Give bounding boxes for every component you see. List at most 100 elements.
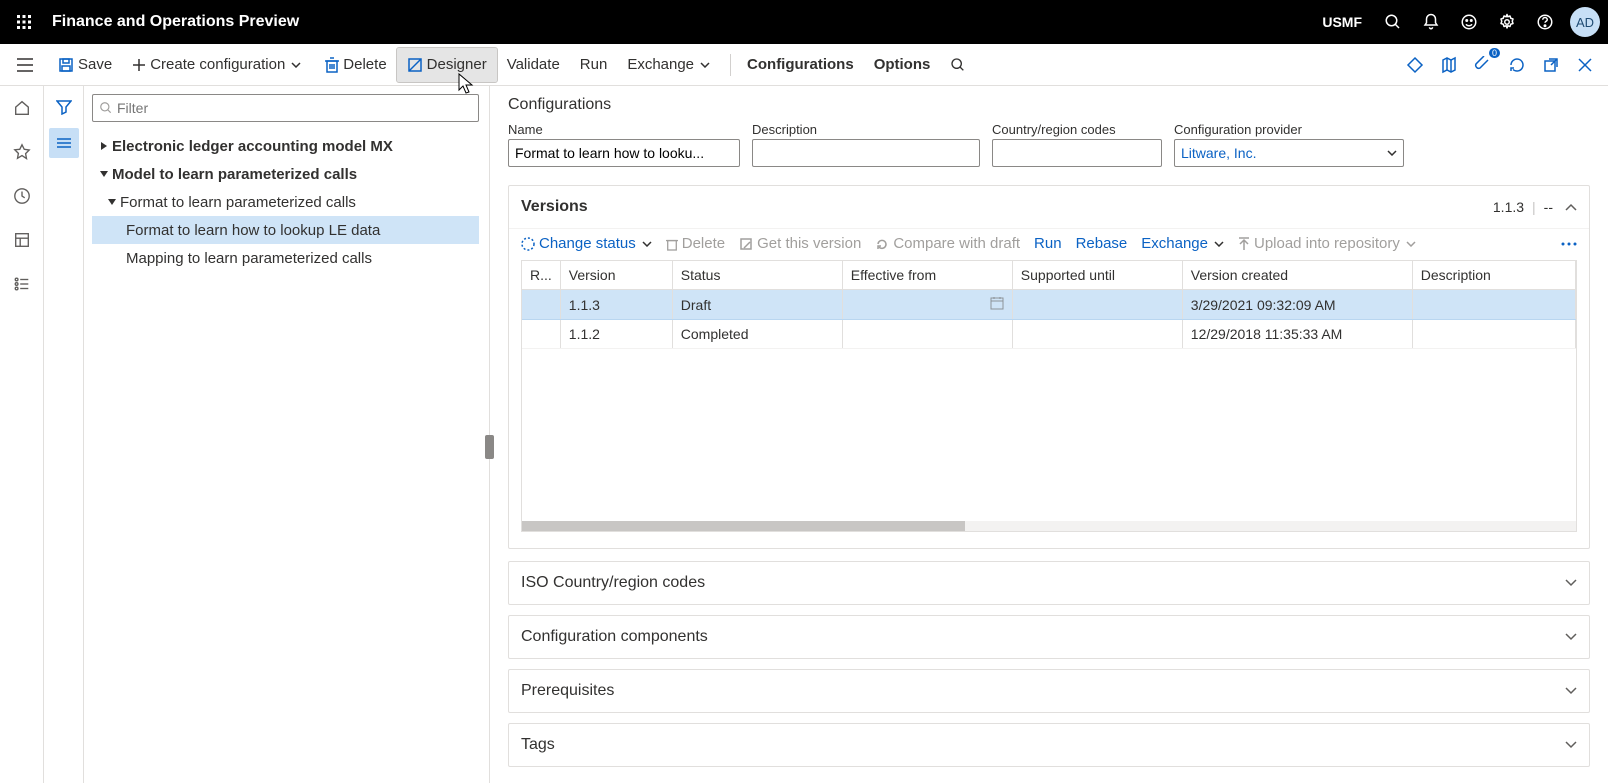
avatar[interactable]: AD	[1570, 7, 1600, 37]
tree-node[interactable]: Mapping to learn parameterized calls	[92, 244, 479, 272]
versions-section: Versions 1.1.3 | -- Change status Delete…	[508, 185, 1590, 549]
nav-rail	[0, 86, 44, 783]
col-created[interactable]: Version created	[1182, 261, 1412, 290]
search-icon[interactable]	[1374, 0, 1412, 44]
options-label: Options	[874, 56, 931, 73]
cell-status: Draft	[672, 290, 842, 320]
save-label: Save	[78, 56, 112, 73]
designer-button[interactable]: Designer	[397, 48, 497, 82]
exchange-button[interactable]: Exchange	[617, 48, 724, 82]
version-exchange-button[interactable]: Exchange	[1141, 235, 1224, 252]
version-run-button[interactable]: Run	[1034, 235, 1062, 252]
country-field[interactable]	[992, 139, 1162, 167]
lines-icon[interactable]	[49, 128, 79, 158]
refresh-icon[interactable]	[1502, 50, 1532, 80]
get-version-button: Get this version	[739, 235, 861, 252]
table-row[interactable]: 1.1.3 Draft 3/29/2021 09:32:09 AM	[522, 290, 1576, 320]
filter-input-wrap[interactable]	[92, 94, 479, 122]
rebase-button[interactable]: Rebase	[1076, 235, 1128, 252]
tree-node[interactable]: Format to learn parameterized calls	[92, 188, 479, 216]
run-button[interactable]: Run	[570, 48, 618, 82]
table-row[interactable]: 1.1.2 Completed 12/29/2018 11:35:33 AM	[522, 320, 1576, 349]
diamond-icon[interactable]	[1400, 50, 1430, 80]
cell-created: 12/29/2018 11:35:33 AM	[1182, 320, 1412, 349]
tags-section[interactable]: Tags	[508, 723, 1590, 767]
options-button[interactable]: Options	[864, 48, 941, 82]
horizontal-scrollbar[interactable]	[522, 521, 1576, 531]
collapse-icon[interactable]	[1565, 198, 1577, 216]
bell-icon[interactable]	[1412, 0, 1450, 44]
delete-button[interactable]: Delete	[315, 48, 396, 82]
change-status-label: Change status	[539, 235, 636, 252]
clock-icon[interactable]	[6, 180, 38, 212]
titlebar: Finance and Operations Preview USMF AD	[0, 0, 1608, 44]
configurations-button[interactable]: Configurations	[737, 48, 864, 82]
chevron-down-icon	[1565, 687, 1577, 695]
provider-field[interactable]: Litware, Inc.	[1174, 139, 1404, 167]
change-status-button[interactable]: Change status	[521, 235, 652, 252]
versions-toolbar: Change status Delete Get this version Co…	[509, 228, 1589, 260]
app-title: Finance and Operations Preview	[52, 13, 299, 31]
version-exchange-label: Exchange	[1141, 235, 1208, 252]
col-supported[interactable]: Supported until	[1012, 261, 1182, 290]
col-status[interactable]: Status	[672, 261, 842, 290]
current-version: 1.1.3	[1493, 199, 1524, 215]
prerequisites-section[interactable]: Prerequisites	[508, 669, 1590, 713]
filter-rail	[44, 86, 84, 783]
attachment-icon[interactable]: 0	[1468, 50, 1498, 80]
chevron-down-icon	[1565, 579, 1577, 587]
list-icon[interactable]	[6, 268, 38, 300]
more-icon[interactable]	[1561, 242, 1577, 246]
versions-title: Versions	[521, 198, 588, 216]
star-icon[interactable]	[6, 136, 38, 168]
create-configuration-button[interactable]: Create configuration	[122, 48, 315, 82]
help-icon[interactable]	[1526, 0, 1564, 44]
home-icon[interactable]	[6, 92, 38, 124]
name-field[interactable]	[508, 139, 740, 167]
validate-button[interactable]: Validate	[497, 48, 570, 82]
iso-section[interactable]: ISO Country/region codes	[508, 561, 1590, 605]
tree-label: Format to learn parameterized calls	[120, 194, 356, 211]
country-label: Country/region codes	[992, 122, 1162, 137]
popout-icon[interactable]	[1536, 50, 1566, 80]
cell-created: 3/29/2021 09:32:09 AM	[1182, 290, 1412, 320]
left-pane: Electronic ledger accounting model MX Mo…	[84, 86, 490, 783]
tree-node-selected[interactable]: Format to learn how to lookup LE data	[92, 216, 479, 244]
gear-icon[interactable]	[1488, 0, 1526, 44]
col-desc[interactable]: Description	[1412, 261, 1575, 290]
description-field[interactable]	[752, 139, 980, 167]
prereq-title: Prerequisites	[521, 682, 614, 700]
funnel-icon[interactable]	[49, 92, 79, 122]
run-label: Run	[580, 56, 608, 73]
toolbar-search-icon[interactable]	[940, 48, 980, 82]
components-section[interactable]: Configuration components	[508, 615, 1590, 659]
tree-label: Mapping to learn parameterized calls	[126, 250, 372, 267]
col-r[interactable]: R...	[522, 261, 560, 290]
right-pane: Configurations Name Description Country/…	[490, 86, 1608, 783]
configuration-tree: Electronic ledger accounting model MX Mo…	[92, 132, 479, 272]
cell-eff[interactable]	[842, 290, 1012, 320]
filter-input[interactable]	[117, 100, 472, 116]
action-toolbar: Save Create configuration Delete Designe…	[0, 44, 1608, 86]
module-icon[interactable]	[6, 224, 38, 256]
cell-version: 1.1.2	[560, 320, 672, 349]
close-icon[interactable]	[1570, 50, 1600, 80]
save-button[interactable]: Save	[48, 48, 122, 82]
app-launcher-icon[interactable]	[8, 6, 40, 38]
col-version[interactable]: Version	[560, 261, 672, 290]
version-dashes: --	[1544, 199, 1553, 215]
smiley-icon[interactable]	[1450, 0, 1488, 44]
delete-label: Delete	[343, 56, 386, 73]
tags-title: Tags	[521, 736, 555, 754]
tree-node[interactable]: Model to learn parameterized calls	[92, 160, 479, 188]
map-icon[interactable]	[1434, 50, 1464, 80]
calendar-icon[interactable]	[990, 296, 1004, 313]
version-run-label: Run	[1034, 235, 1062, 252]
tree-node[interactable]: Electronic ledger accounting model MX	[92, 132, 479, 160]
col-effective[interactable]: Effective from	[842, 261, 1012, 290]
provider-value: Litware, Inc.	[1181, 145, 1256, 161]
provider-label: Configuration provider	[1174, 122, 1404, 137]
validate-label: Validate	[507, 56, 560, 73]
hamburger-icon[interactable]	[8, 48, 42, 82]
breadcrumb: Configurations	[508, 96, 1590, 114]
